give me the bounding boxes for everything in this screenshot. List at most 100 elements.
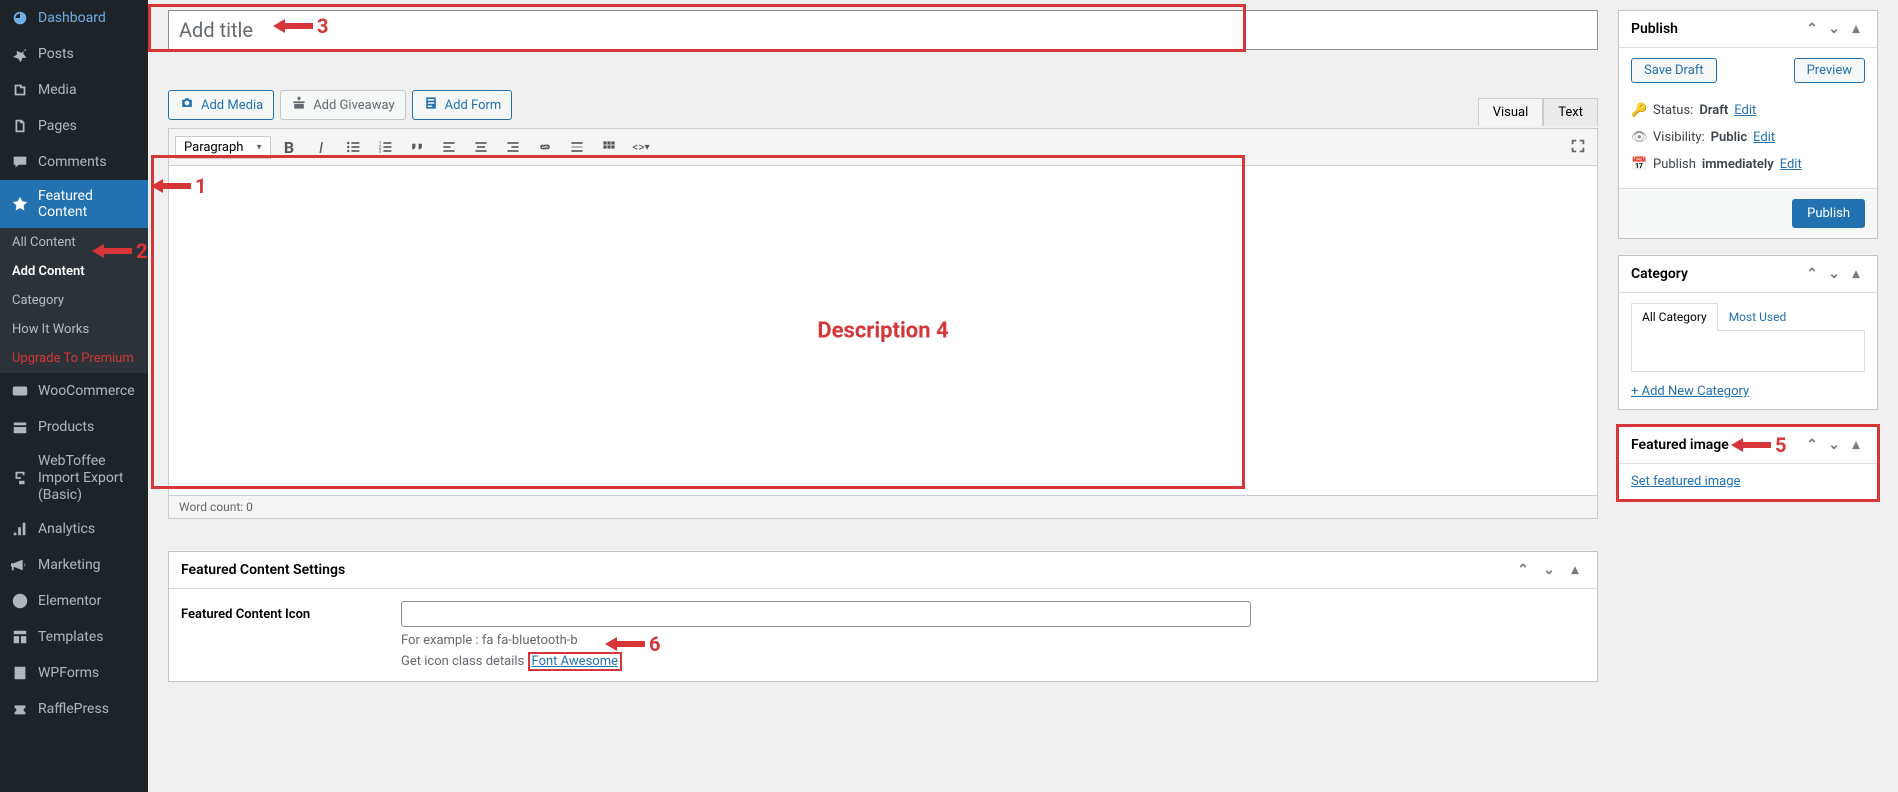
pin-icon	[10, 44, 30, 64]
bold-button[interactable]: B	[275, 133, 303, 161]
align-center-button[interactable]	[467, 133, 495, 161]
star-icon	[10, 194, 30, 214]
schedule-label: Publish	[1653, 157, 1696, 172]
media-icon	[10, 80, 30, 100]
link-button[interactable]	[531, 133, 559, 161]
align-left-button[interactable]	[435, 133, 463, 161]
category-title: Category	[1631, 266, 1688, 282]
align-right-button[interactable]	[499, 133, 527, 161]
sidebar-label: WooCommerce	[38, 383, 135, 399]
code-button[interactable]: <>▾	[627, 133, 655, 161]
sidebar-item-rafflepress[interactable]: RafflePress	[0, 691, 148, 727]
category-tab-most-used[interactable]: Most Used	[1718, 303, 1798, 331]
sidebar-item-featured-content[interactable]: Featured Content	[0, 180, 148, 228]
tab-text[interactable]: Text	[1543, 98, 1598, 126]
blockquote-button[interactable]	[403, 133, 431, 161]
annotation-5: 5	[1731, 433, 1786, 457]
add-form-label: Add Form	[445, 98, 502, 113]
annotation-6: 6	[605, 632, 660, 656]
editor-body[interactable]: Description 4	[168, 166, 1598, 496]
category-tab-all[interactable]: All Category	[1631, 303, 1718, 331]
submenu-upgrade[interactable]: Upgrade To Premium	[0, 344, 148, 373]
sidebar-item-comments[interactable]: Comments	[0, 144, 148, 180]
sidebar-item-products[interactable]: Products	[0, 409, 148, 445]
add-giveaway-button[interactable]: Add Giveaway	[280, 90, 405, 120]
sidebar-label: Marketing	[38, 557, 101, 573]
sidebar-label: Media	[38, 82, 77, 98]
edit-visibility-link[interactable]: Edit	[1753, 130, 1775, 145]
move-up-icon[interactable]: ⌃	[1803, 21, 1821, 37]
toggle-icon[interactable]: ▴	[1847, 437, 1865, 453]
sidebar-label: WPForms	[38, 665, 99, 681]
annotation-description: Description 4	[817, 318, 948, 343]
sidebar-item-analytics[interactable]: Analytics	[0, 511, 148, 547]
sidebar-item-webtoffee[interactable]: WebToffee Import Export (Basic)	[0, 445, 148, 511]
sidebar-item-wpforms[interactable]: WPForms	[0, 655, 148, 691]
category-list[interactable]	[1631, 330, 1865, 372]
submenu-how-it-works[interactable]: How It Works	[0, 315, 148, 344]
visibility-label: Visibility:	[1653, 130, 1705, 145]
icon-example: For example : fa fa-bluetooth-b	[401, 633, 1585, 648]
arrow-left-icon	[92, 244, 132, 258]
arrow-left-icon	[151, 179, 191, 193]
move-down-icon[interactable]: ⌄	[1825, 266, 1843, 282]
add-media-button[interactable]: Add Media	[168, 90, 274, 120]
move-down-icon[interactable]: ⌄	[1825, 437, 1843, 453]
sidebar-item-elementor[interactable]: Elementor	[0, 583, 148, 619]
featured-content-settings-box: Featured Content Settings ⌃ ⌄ ▴ Featured…	[168, 551, 1598, 682]
status-value: Draft	[1699, 103, 1728, 118]
gift-icon	[291, 95, 307, 115]
insert-more-button[interactable]	[563, 133, 591, 161]
submenu-category[interactable]: Category	[0, 286, 148, 315]
save-draft-button[interactable]: Save Draft	[1631, 58, 1717, 83]
set-featured-image-link[interactable]: Set featured image	[1631, 474, 1740, 489]
sidebar-item-media[interactable]: Media	[0, 72, 148, 108]
toggle-icon[interactable]: ▴	[1847, 266, 1865, 282]
move-up-icon[interactable]: ⌃	[1803, 437, 1821, 453]
sidebar-item-woocommerce[interactable]: WooCommerce	[0, 373, 148, 409]
status-label: Status:	[1653, 103, 1693, 118]
italic-button[interactable]: I	[307, 133, 335, 161]
numbered-list-button[interactable]: 123	[371, 133, 399, 161]
tab-visual[interactable]: Visual	[1478, 98, 1544, 126]
featured-image-panel: Featured image ⌃ ⌄ ▴ Set featured image …	[1618, 426, 1878, 500]
key-icon: 🔑	[1631, 103, 1647, 118]
camera-icon	[179, 95, 195, 115]
move-down-icon[interactable]: ⌄	[1539, 562, 1559, 578]
sidebar-item-pages[interactable]: Pages	[0, 108, 148, 144]
sidebar-item-marketing[interactable]: Marketing	[0, 547, 148, 583]
icon-input[interactable]	[401, 601, 1251, 627]
rafflepress-icon	[10, 699, 30, 719]
toggle-icon[interactable]: ▴	[1847, 21, 1865, 37]
edit-schedule-link[interactable]: Edit	[1780, 157, 1802, 172]
bullet-list-button[interactable]	[339, 133, 367, 161]
edit-status-link[interactable]: Edit	[1734, 103, 1756, 118]
publish-button[interactable]: Publish	[1792, 199, 1865, 228]
distraction-free-button[interactable]	[1564, 132, 1592, 160]
move-down-icon[interactable]: ⌄	[1825, 21, 1843, 37]
products-icon	[10, 417, 30, 437]
move-up-icon[interactable]: ⌃	[1803, 266, 1821, 282]
sidebar-item-posts[interactable]: Posts	[0, 36, 148, 72]
pages-icon	[10, 116, 30, 136]
metabox-title: Featured Content Settings	[181, 562, 345, 578]
add-new-category-link[interactable]: + Add New Category	[1631, 384, 1749, 399]
move-up-icon[interactable]: ⌃	[1513, 562, 1533, 578]
format-select[interactable]: Paragraph	[175, 136, 271, 159]
toolbar-toggle-button[interactable]	[595, 133, 623, 161]
editor-wrap: Visual Text Paragraph B I 123 <>▾ Descri…	[168, 128, 1598, 519]
sidebar-item-dashboard[interactable]: Dashboard	[0, 0, 148, 36]
add-form-button[interactable]: Add Form	[412, 90, 513, 120]
sidebar-item-templates[interactable]: Templates	[0, 619, 148, 655]
admin-sidebar: Dashboard Posts Media Pages Comments Fea…	[0, 0, 148, 792]
sidebar-label: Comments	[38, 154, 107, 170]
publish-title: Publish	[1631, 21, 1678, 37]
post-title-input[interactable]	[168, 10, 1598, 50]
category-panel: Category ⌃ ⌄ ▴ All Category Most Used + …	[1618, 255, 1878, 410]
analytics-icon	[10, 519, 30, 539]
metabox-controls: ⌃ ⌄ ▴	[1513, 562, 1585, 578]
preview-button[interactable]: Preview	[1794, 58, 1865, 83]
toggle-icon[interactable]: ▴	[1565, 562, 1585, 578]
sidebar-label: Analytics	[38, 521, 95, 537]
schedule-value: immediately	[1702, 157, 1774, 172]
